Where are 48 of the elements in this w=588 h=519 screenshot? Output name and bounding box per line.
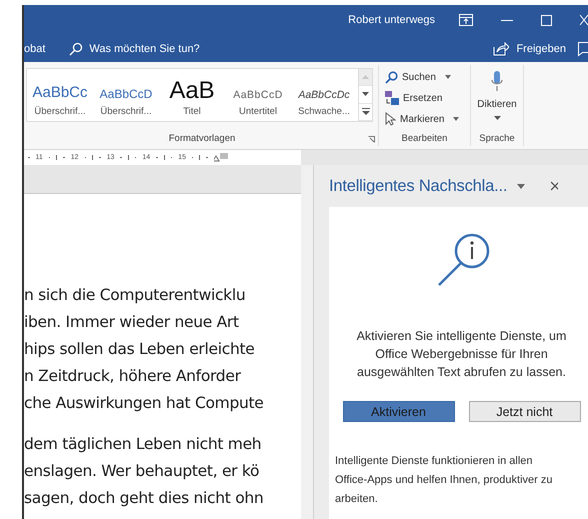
replace-icon [385, 91, 399, 105]
document-text-line: iben. Immer wieder neue Art [24, 312, 240, 333]
editing-button[interactable]: Ersetzen [385, 88, 470, 108]
share-button[interactable]: Freigeben [493, 42, 566, 56]
ribbon-display-icon[interactable] [459, 14, 473, 26]
document-text-line: n sich die Computerentwicklu [24, 285, 246, 306]
ribbon-tab[interactable]: obat [24, 42, 46, 54]
user-name[interactable]: Robert unterwegs [348, 14, 435, 26]
scrollbar[interactable] [301, 165, 314, 519]
cursor-icon [385, 112, 396, 126]
style-item[interactable]: AaBbCcDc Schwache... [291, 69, 357, 121]
style-item[interactable]: AaB Titel [159, 69, 225, 121]
dismiss-button[interactable]: Jetzt nicht [468, 401, 580, 422]
pane-title: Intelligentes Nachschla... [329, 176, 508, 196]
comment-icon[interactable] [578, 40, 588, 56]
caret-icon [494, 116, 500, 120]
expand-icon [362, 108, 370, 116]
indent-marker-icon[interactable] [214, 153, 228, 162]
document-text-line: hips sollen das Leben erleichte [24, 339, 256, 360]
editing-button[interactable]: Markieren [385, 109, 470, 129]
dictate-button[interactable]: Diktieren [471, 65, 523, 130]
search-icon [385, 70, 398, 84]
document-text-line: dem täglichen Leben nicht meh [24, 434, 262, 455]
style-item[interactable]: AaBbCcD Überschrif... [93, 69, 159, 121]
caret-icon[interactable] [517, 184, 526, 188]
dialog-launcher-icon[interactable] [368, 136, 375, 143]
activate-button[interactable]: Aktivieren [342, 401, 454, 422]
document-text-line: enslagen. Wer behauptet, er kö [24, 461, 260, 482]
group-label: Sprache [479, 132, 515, 144]
pane-note: Intelligente Dienste funktionieren in allen Office-Apps und helfen Ihnen, produktiver zu arbeiten. [335, 454, 554, 507]
style-item[interactable]: AaBbCc Überschrif... [27, 69, 93, 121]
document-text-line: che Auswirkungen hat Compute [24, 393, 265, 414]
search-icon [69, 42, 84, 56]
share-icon [493, 42, 510, 56]
pane-message: Aktivieren Sie intelligente Dienste, um Office Webergebnisse für Ihren ausgewählten Text abrufen zu lassen. [356, 328, 568, 381]
up-arrow-icon [362, 75, 369, 80]
style-item[interactable]: AaBbCcD Untertitel [225, 69, 291, 121]
maximize-icon[interactable] [541, 14, 552, 26]
group-label: Bearbeiten [402, 132, 448, 144]
group-label: Formatvorlagen [168, 132, 236, 144]
editing-button[interactable]: Suchen [385, 67, 470, 87]
tell-me-field[interactable]: Was möchten Sie tun? [69, 42, 200, 56]
info-magnifier-icon [436, 233, 490, 287]
document-text-line: sagen, doch geht dies nicht ohn [24, 488, 264, 509]
microphone-icon [491, 71, 503, 93]
down-arrow-icon [362, 92, 369, 96]
close-icon[interactable] [551, 181, 558, 191]
document-text-line: n Zeitdruck, höhere Anforder [24, 366, 242, 387]
